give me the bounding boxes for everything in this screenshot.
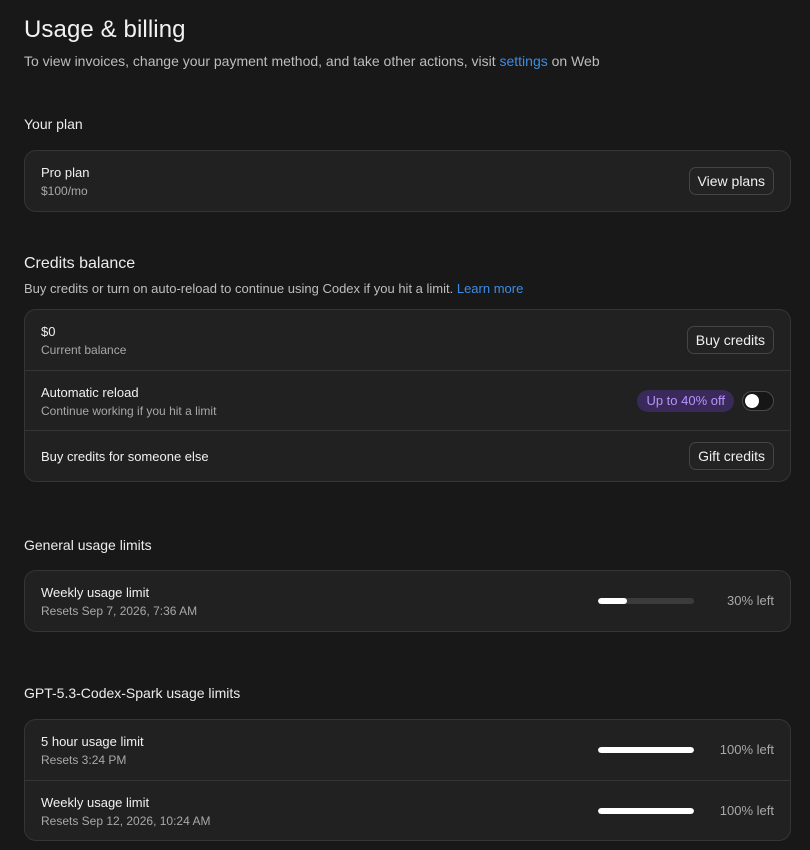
percent-left-label: 30% left <box>727 593 774 608</box>
usage-progress-fill <box>598 808 694 814</box>
plan-row: Pro plan $100/mo View plans <box>25 151 790 211</box>
balance-label: Current balance <box>41 343 127 357</box>
general-limits-title: General usage limits <box>24 537 152 553</box>
limit-reset: Resets Sep 12, 2026, 10:24 AM <box>41 814 211 828</box>
page-title: Usage & billing <box>24 16 186 43</box>
buy-credits-button[interactable]: Buy credits <box>686 326 774 354</box>
limit-reset: Resets 3:24 PM <box>41 753 127 767</box>
spark-limits-card: 5 hour usage limit Resets 3:24 PM 100% l… <box>24 719 791 841</box>
usage-billing-page: Usage & billing To view invoices, change… <box>0 0 810 850</box>
gift-row: Buy credits for someone else Gift credit… <box>25 430 790 481</box>
credits-description-text: Buy credits or turn on auto-reload to co… <box>24 281 457 296</box>
usage-limit-row: Weekly usage limit Resets Sep 7, 2026, 7… <box>25 571 790 631</box>
limit-reset: Resets Sep 7, 2026, 7:36 AM <box>41 604 198 618</box>
view-plans-button[interactable]: View plans <box>688 167 774 195</box>
usage-limit-row: Weekly usage limit Resets Sep 12, 2026, … <box>25 780 790 840</box>
spark-limits-title: GPT-5.3-Codex-Spark usage limits <box>24 685 241 701</box>
auto-reload-toggle[interactable] <box>742 391 774 411</box>
subtitle-text-after: on Web <box>547 53 600 69</box>
credits-section-title: Credits balance <box>24 255 136 272</box>
auto-reload-subtitle: Continue working if you hit a limit <box>41 404 217 418</box>
usage-progress-bar <box>598 598 694 604</box>
usage-limit-row: 5 hour usage limit Resets 3:24 PM 100% l… <box>25 720 790 780</box>
limit-title: Weekly usage limit <box>41 585 150 600</box>
percent-left-label: 100% left <box>719 803 774 818</box>
gift-title: Buy credits for someone else <box>41 449 209 464</box>
plan-section-title: Your plan <box>24 116 83 132</box>
auto-reload-row: Automatic reload Continue working if you… <box>25 370 790 430</box>
credits-description: Buy credits or turn on auto-reload to co… <box>24 281 523 296</box>
limit-title: Weekly usage limit <box>41 795 150 810</box>
usage-progress-fill <box>598 598 627 604</box>
general-limits-card: Weekly usage limit Resets Sep 7, 2026, 7… <box>24 570 791 632</box>
balance-amount: $0 <box>41 324 56 339</box>
settings-link[interactable]: settings <box>499 53 547 69</box>
credits-card: $0 Current balance Buy credits Automatic… <box>24 309 791 482</box>
usage-progress-bar <box>598 747 694 753</box>
toggle-knob <box>745 394 759 408</box>
discount-badge: Up to 40% off <box>637 390 734 412</box>
limit-title: 5 hour usage limit <box>41 734 144 749</box>
plan-name: Pro plan <box>41 165 90 180</box>
subtitle-text-before: To view invoices, change your payment me… <box>24 53 500 69</box>
usage-progress-bar <box>598 808 694 814</box>
usage-progress-fill <box>598 747 694 753</box>
balance-row: $0 Current balance Buy credits <box>25 310 790 370</box>
learn-more-link[interactable]: Learn more <box>457 281 523 296</box>
plan-card: Pro plan $100/mo View plans <box>24 150 791 212</box>
percent-left-label: 100% left <box>719 742 774 757</box>
page-subtitle: To view invoices, change your payment me… <box>24 53 600 69</box>
auto-reload-title: Automatic reload <box>41 385 139 400</box>
gift-credits-button[interactable]: Gift credits <box>689 442 774 470</box>
plan-price: $100/mo <box>41 184 88 198</box>
